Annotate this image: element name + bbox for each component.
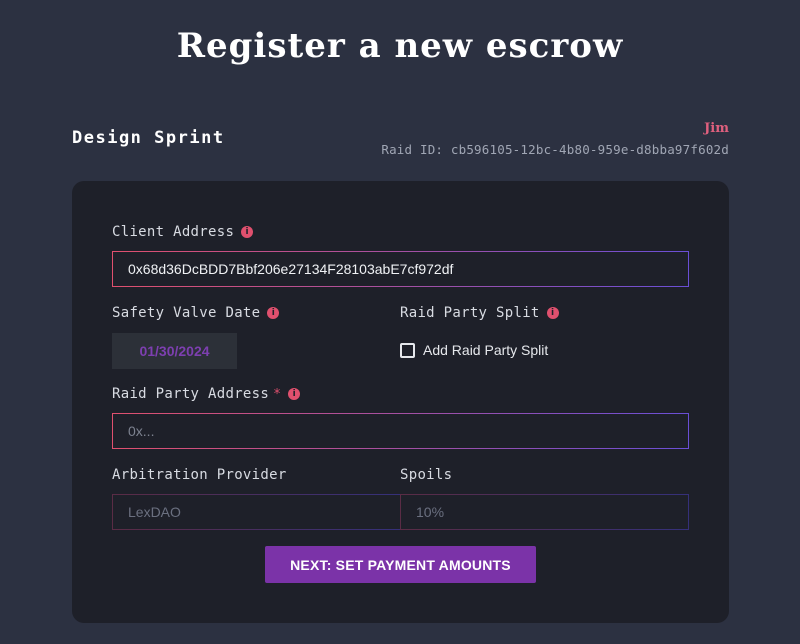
info-icon[interactable]: i xyxy=(288,388,301,400)
raid-id: Raid ID: cb596105-12bc-4b80-959e-d8bba97… xyxy=(381,142,729,157)
raid-party-split-label: Raid Party Split i xyxy=(400,305,559,321)
spoils-label: Spoils xyxy=(400,467,452,483)
arbitration-provider-label-text: Arbitration Provider xyxy=(112,467,287,483)
spoils-label-text: Spoils xyxy=(400,467,453,483)
raid-party-address-input[interactable]: 0x... xyxy=(112,413,689,449)
member-name: Jim xyxy=(704,121,729,136)
page-title: Register a new escrow xyxy=(176,26,624,66)
raid-party-address-placeholder: 0x... xyxy=(128,423,155,439)
client-address-value: 0x68d36DcBDD7Bbf206e27134F28103abE7cf972… xyxy=(128,261,454,277)
escrow-form-card: Client Address i 0x68d36DcBDD7Bbf206e271… xyxy=(72,181,729,623)
raid-meta: Jim Raid ID: cb596105-12bc-4b80-959e-d8b… xyxy=(381,120,729,157)
client-address-label: Client Address i xyxy=(112,224,254,240)
arbitration-provider-select[interactable]: LexDAO xyxy=(112,494,401,530)
spoils-input[interactable]: 10% xyxy=(400,494,689,530)
raid-name: Design Sprint xyxy=(72,128,225,148)
raid-party-split-checkbox-row[interactable]: Add Raid Party Split xyxy=(400,342,548,358)
client-address-label-text: Client Address xyxy=(112,224,235,240)
raid-party-address-label: Raid Party Address * i xyxy=(112,386,301,402)
safety-valve-date-input[interactable]: 01/30/2024 xyxy=(112,333,237,369)
raid-party-split-label-text: Raid Party Split xyxy=(400,305,540,321)
info-icon[interactable]: i xyxy=(267,307,280,319)
next-set-payment-amounts-button[interactable]: NEXT: SET PAYMENT AMOUNTS xyxy=(265,546,536,583)
arbitration-provider-label: Arbitration Provider xyxy=(112,467,287,483)
raid-party-split-checkbox[interactable] xyxy=(400,342,415,358)
client-address-input[interactable]: 0x68d36DcBDD7Bbf206e27134F28103abE7cf972… xyxy=(112,251,689,287)
safety-valve-date-label-text: Safety Valve Date xyxy=(112,305,261,321)
safety-valve-date-label: Safety Valve Date i xyxy=(112,305,280,321)
required-marker: * xyxy=(273,386,282,402)
info-icon[interactable]: i xyxy=(546,307,559,319)
raid-party-split-checkbox-label: Add Raid Party Split xyxy=(423,342,549,358)
raid-party-address-label-text: Raid Party Address xyxy=(112,386,270,402)
info-icon[interactable]: i xyxy=(241,226,254,238)
